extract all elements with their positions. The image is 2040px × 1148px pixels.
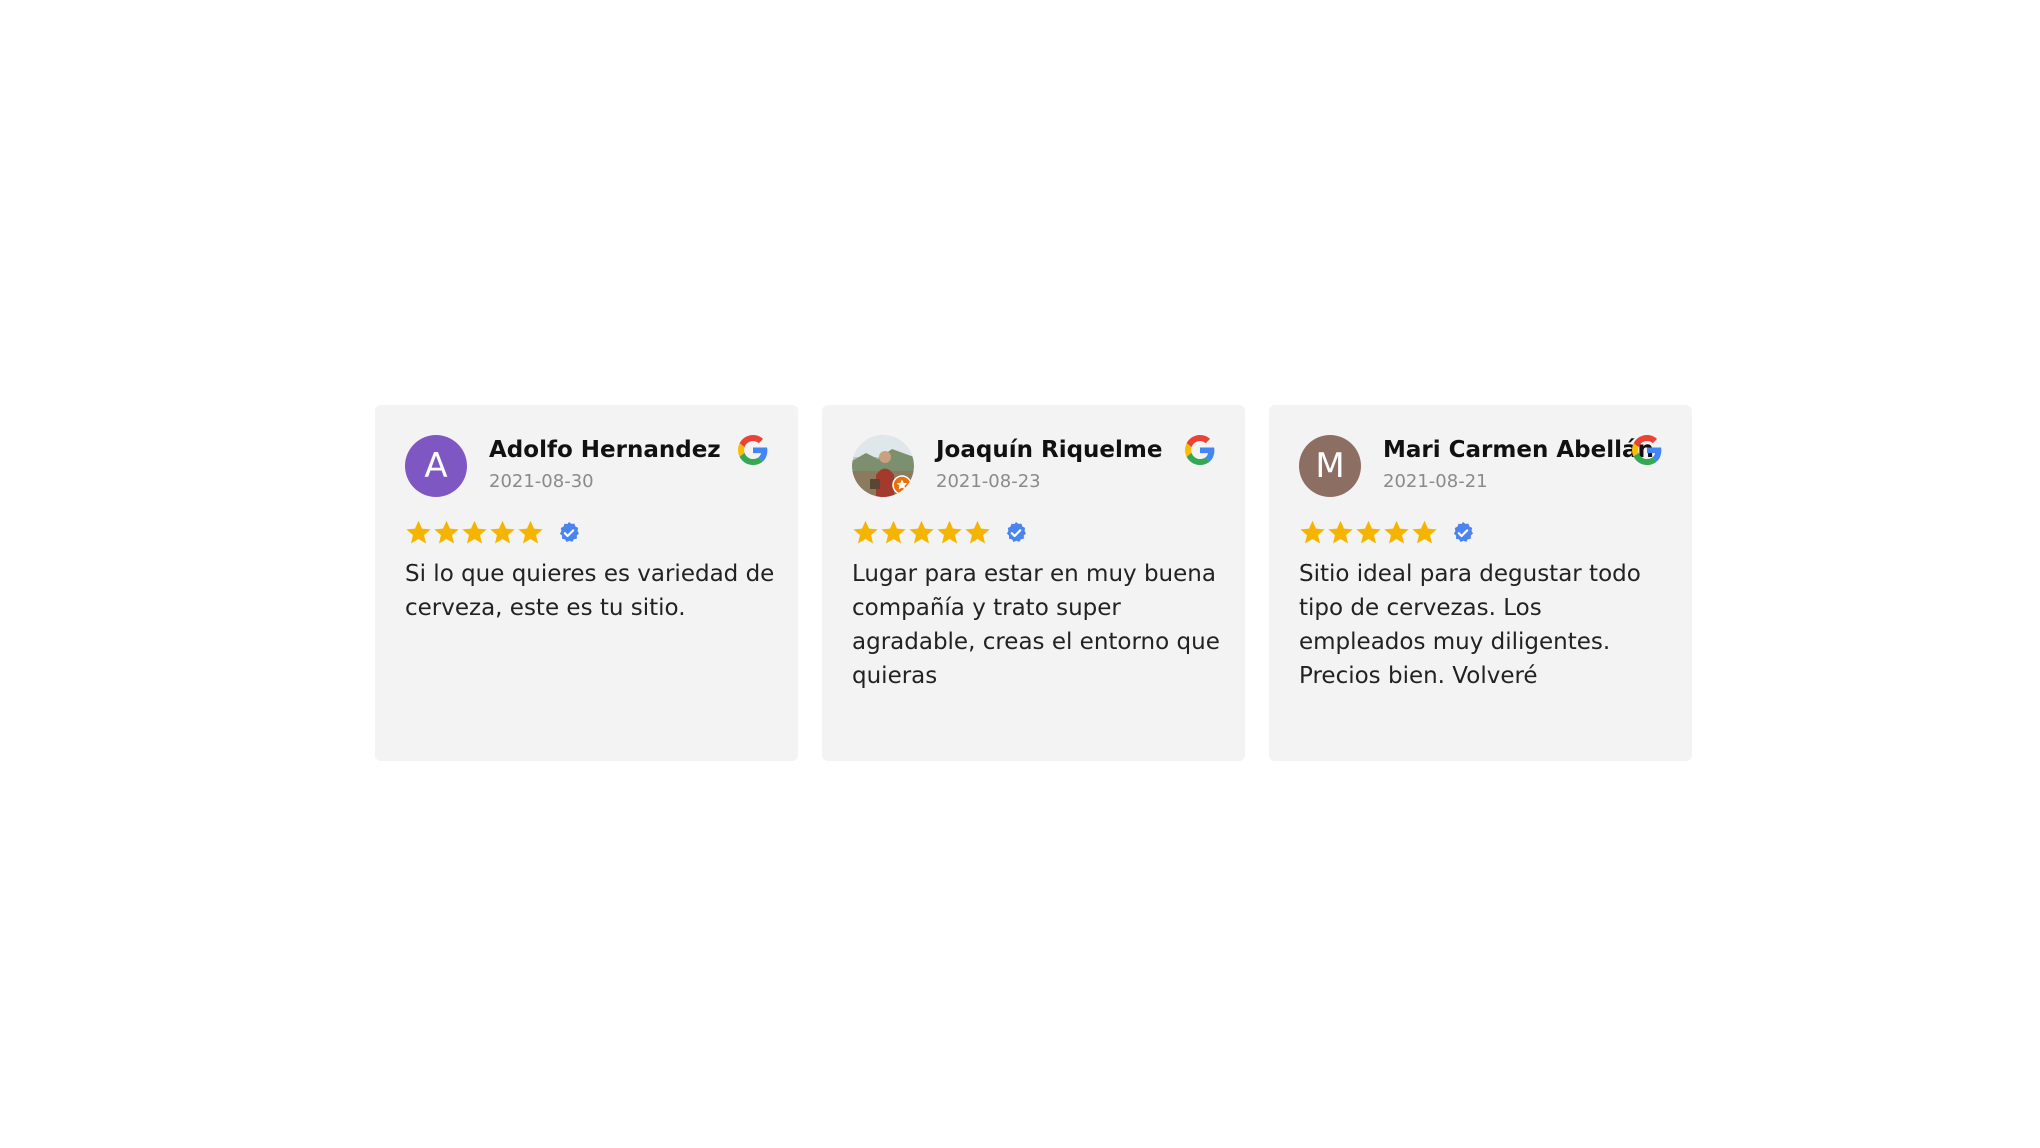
- star-icon: [1412, 520, 1437, 544]
- star-icon: [406, 520, 431, 544]
- star-icon: [909, 520, 934, 544]
- reviewer-name[interactable]: Adolfo Hernandez: [489, 437, 721, 463]
- star-rating: [405, 519, 581, 546]
- google-icon[interactable]: [738, 435, 768, 465]
- star-icon: [1300, 520, 1325, 544]
- avatar[interactable]: A: [405, 435, 467, 497]
- review-date: 2021-08-21: [1383, 471, 1488, 492]
- star-icon: [434, 520, 459, 544]
- star-icon: [937, 520, 962, 544]
- avatar[interactable]: M: [1299, 435, 1361, 497]
- verified-badge-icon: [559, 521, 579, 542]
- avatar[interactable]: [852, 435, 914, 497]
- review-card: M Mari Carmen Abellán 2021-08-21 Sitio i…: [1269, 405, 1692, 761]
- google-icon[interactable]: [1185, 435, 1215, 465]
- star-rating: [852, 519, 1028, 546]
- review-date: 2021-08-23: [936, 471, 1041, 492]
- star-icon: [518, 520, 543, 544]
- review-text: Lugar para estar en muy buena compañía y…: [852, 561, 1220, 689]
- verified-badge-icon: [1453, 521, 1473, 542]
- review-card: A Adolfo Hernandez 2021-08-30 Si lo que …: [375, 405, 798, 761]
- star-icon: [1356, 520, 1381, 544]
- review-text: Si lo que quieres es variedad de cerveza…: [405, 561, 775, 621]
- star-icon: [462, 520, 487, 544]
- star-icon: [1384, 520, 1409, 544]
- star-icon: [490, 520, 515, 544]
- reviewer-name[interactable]: Joaquín Riquelme: [936, 437, 1162, 463]
- reviewer-name[interactable]: Mari Carmen Abellán: [1383, 437, 1654, 463]
- review-text: Sitio ideal para degustar todo tipo de c…: [1299, 561, 1641, 689]
- review-date: 2021-08-30: [489, 471, 594, 492]
- star-icon: [965, 520, 990, 544]
- avatar-initial: A: [424, 446, 448, 486]
- reviews-widget: A Adolfo Hernandez 2021-08-30 Si lo que …: [375, 405, 1693, 761]
- star-icon: [853, 520, 878, 544]
- avatar-initial: M: [1315, 446, 1345, 486]
- star-icon: [881, 520, 906, 544]
- google-icon[interactable]: [1632, 435, 1662, 465]
- local-guide-star-icon: [892, 475, 912, 495]
- star-icon: [1328, 520, 1353, 544]
- star-rating: [1299, 519, 1475, 546]
- verified-badge-icon: [1006, 521, 1026, 542]
- review-card: Joaquín Riquelme 2021-08-23 Lugar para e…: [822, 405, 1245, 761]
